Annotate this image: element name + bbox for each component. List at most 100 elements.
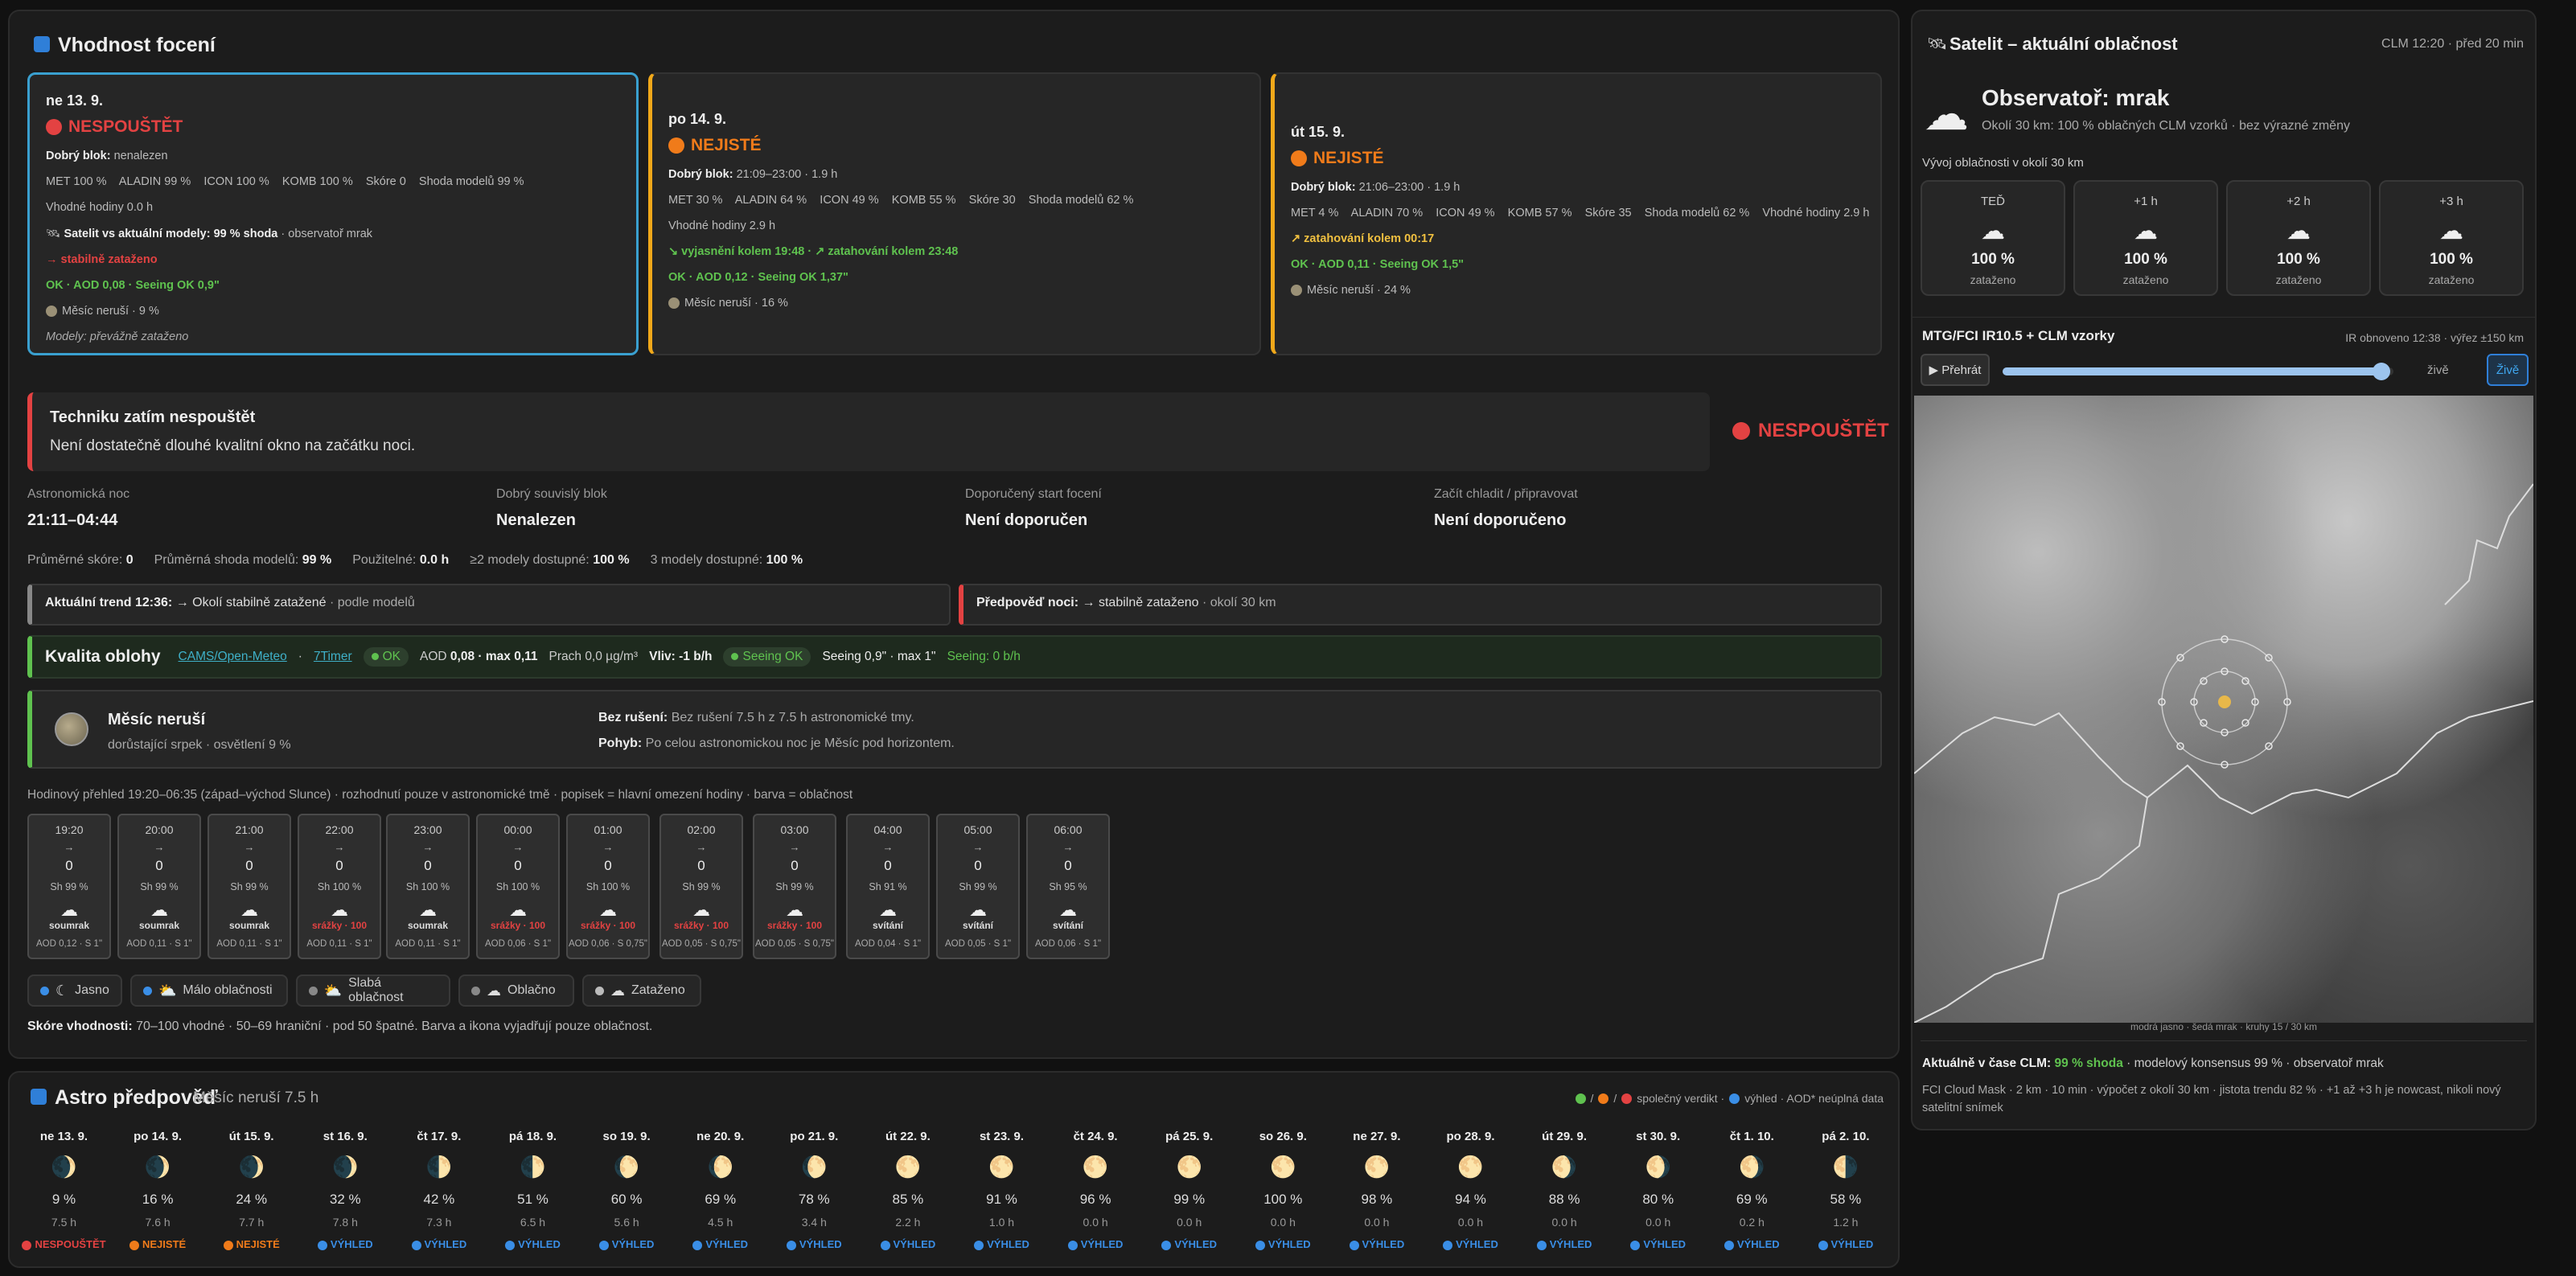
moon-phase-icon: 🌓: [425, 1155, 453, 1179]
moon-motion: Pohyb: Po celou astronomickou noc je Měs…: [598, 736, 955, 750]
moon-free-hours: 7.5 h: [51, 1216, 77, 1229]
hour-aod: AOD 0,06 · S 1": [484, 939, 552, 949]
map-overlay: [1914, 483, 2533, 1023]
astro-day[interactable]: st 30. 9. 🌖 80 % 0.0 h VÝHLED: [1612, 1130, 1704, 1250]
legend-item: ☁ Zataženo: [582, 974, 701, 1007]
hour-card[interactable]: 03:00 → 0 Sh 99 % ☁ srážky · 100 AOD 0,05 · S …: [753, 814, 836, 959]
moon-title: Měsíc neruší: [108, 711, 206, 728]
hour-card[interactable]: 00:00 → 0 Sh 100 % ☁ srážky · 100 AOD 0,06 · S…: [476, 814, 560, 959]
hour-card[interactable]: 04:00 → 0 Sh 91 % ☁ svítání AOD 0,04 · S 1": [846, 814, 930, 959]
live-button[interactable]: Živě: [2487, 354, 2529, 386]
play-button[interactable]: ▶ Přehrát: [1921, 354, 1990, 386]
weather-icon: ⛅: [323, 982, 343, 999]
hour-score: 0: [514, 858, 522, 873]
astro-day[interactable]: čt 1. 10. 🌖 69 % 0.2 h VÝHLED: [1706, 1130, 1798, 1250]
hour-aod: AOD 0,06 · S 1": [1034, 939, 1102, 949]
moon-phase-icon: 🌕: [1082, 1155, 1109, 1179]
hour-card[interactable]: 02:00 → 0 Sh 99 % ☁ srážky · 100 AOD 0,05 · S …: [659, 814, 743, 959]
day-verdict: VÝHLED: [1050, 1238, 1142, 1250]
legend-item: ⛅ Slabá oblačnost: [296, 974, 450, 1007]
hour-card[interactable]: 19:20 → 0 Sh 99 % ☁ soumrak AOD 0,12 · S 1": [27, 814, 111, 959]
hour-aod: AOD 0,05 · S 0,75": [661, 939, 742, 949]
hour-card[interactable]: 06:00 → 0 Sh 95 % ☁ svítání AOD 0,06 · S 1": [1026, 814, 1110, 959]
day-verdict: VÝHLED: [299, 1238, 392, 1250]
hour-limit: srážky · 100: [580, 920, 636, 931]
hour-aod: AOD 0,11 · S 1": [306, 939, 372, 949]
astro-day[interactable]: pá 18. 9. 🌓 51 % 6.5 h VÝHLED: [487, 1130, 579, 1250]
moon-illumination: 94 %: [1455, 1192, 1486, 1207]
astro-day[interactable]: ne 20. 9. 🌔 69 % 4.5 h VÝHLED: [674, 1130, 766, 1250]
astro-day[interactable]: út 29. 9. 🌖 88 % 0.0 h VÝHLED: [1518, 1130, 1611, 1250]
astro-day[interactable]: po 14. 9. 🌒 16 % 7.6 h NEJISTÉ: [112, 1130, 204, 1250]
hour-card[interactable]: 01:00 → 0 Sh 100 % ☁ srážky · 100 AOD 0,06 · S…: [566, 814, 650, 959]
arrow-right-icon: →: [334, 841, 345, 853]
astro-day[interactable]: čt 24. 9. 🌕 96 % 0.0 h VÝHLED: [1050, 1130, 1142, 1250]
summary-item: Použitelné: 0.0 h: [352, 553, 450, 567]
day-verdict: VÝHLED: [1706, 1238, 1798, 1250]
weather-icon: ☾: [55, 982, 69, 999]
hour-time: 20:00: [145, 823, 174, 836]
forecast-cloud-pct: 100 %: [2124, 251, 2167, 268]
timeline-slider[interactable]: [2003, 363, 2393, 380]
astro-day[interactable]: pá 2. 10. 🌗 58 % 1.2 h VÝHLED: [1799, 1130, 1892, 1250]
moon-illumination: 100 %: [1263, 1192, 1303, 1207]
status-dot-icon: [1067, 1240, 1078, 1250]
observatory-status: Observatoř: mrak: [1982, 85, 2170, 110]
7timer-link[interactable]: 7Timer: [314, 650, 352, 664]
hour-score: 0: [1064, 858, 1072, 873]
astro-day[interactable]: út 15. 9. 🌒 24 % 7.7 h NEJISTÉ: [205, 1130, 298, 1250]
forecast-cloud-pct: 100 %: [2430, 251, 2473, 268]
satellite-map[interactable]: [1914, 396, 2533, 1023]
astro-day[interactable]: st 16. 9. 🌒 32 % 7.8 h VÝHLED: [299, 1130, 392, 1250]
hour-card[interactable]: 20:00 → 0 Sh 99 % ☁ soumrak AOD 0,11 · S 1": [117, 814, 201, 959]
status-dot-icon: [411, 1240, 421, 1250]
moon-icon: [668, 297, 680, 310]
day-date: pá 25. 9.: [1165, 1130, 1214, 1143]
card-block: Dobrý blok: nenalezen: [46, 150, 168, 162]
stat-item: Astronomická noc 21:11–04:44: [27, 487, 129, 530]
astro-day[interactable]: út 22. 9. 🌕 85 % 2.2 h VÝHLED: [861, 1130, 954, 1250]
cloud-icon: ☁: [1981, 218, 2005, 244]
summary-item: Průměrné skóre: 0: [27, 553, 134, 567]
astro-day[interactable]: čt 17. 9. 🌓 42 % 7.3 h VÝHLED: [392, 1130, 485, 1250]
day-card[interactable]: po 14. 9. NEJISTÉ Dobrý blok: 21:09–23:00 …: [648, 72, 1261, 355]
hour-card[interactable]: 05:00 → 0 Sh 99 % ☁ svítání AOD 0,05 · S 1": [936, 814, 1020, 959]
evolution-label: Vývoj oblačnosti v okolí 30 km: [1922, 156, 2084, 170]
day-date: pá 18. 9.: [508, 1130, 557, 1143]
astro-day[interactable]: po 28. 9. 🌕 94 % 0.0 h VÝHLED: [1424, 1130, 1517, 1250]
hour-score: 0: [697, 858, 705, 873]
day-card[interactable]: ne 13. 9. NESPOUŠTĚT Dobrý blok: nenalezen…: [27, 72, 639, 355]
hour-limit: srážky · 100: [490, 920, 546, 931]
slider-handle[interactable]: [2373, 363, 2391, 380]
card-verdict: NEJISTÉ: [1291, 149, 1864, 168]
day-verdict: NEJISTÉ: [205, 1238, 298, 1250]
astro-day[interactable]: st 23. 9. 🌕 91 % 1.0 h VÝHLED: [955, 1130, 1048, 1250]
card-date: ne 13. 9.: [46, 92, 104, 109]
astro-day[interactable]: ne 27. 9. 🌕 98 % 0.0 h VÝHLED: [1330, 1130, 1423, 1250]
legend-item: ☾ Jasno: [27, 974, 122, 1007]
day-verdict: VÝHLED: [1518, 1238, 1611, 1250]
forecast-time: +2 h: [2286, 195, 2311, 208]
hour-agreement: Sh 99 %: [682, 881, 721, 892]
moon-illumination: 42 %: [423, 1192, 455, 1207]
day-date: po 14. 9.: [134, 1130, 183, 1143]
astro-day[interactable]: so 26. 9. 🌕 100 % 0.0 h VÝHLED: [1237, 1130, 1329, 1250]
status-dot-icon: [786, 1240, 796, 1250]
astro-day[interactable]: so 19. 9. 🌔 60 % 5.6 h VÝHLED: [581, 1130, 673, 1250]
weather-icon: ☁: [610, 982, 625, 999]
day-card[interactable]: út 15. 9. NEJISTÉ Dobrý blok: 21:06–23:00 …: [1271, 72, 1882, 355]
moon-phase-icon: 🌒: [238, 1155, 265, 1179]
hour-card[interactable]: 21:00 → 0 Sh 99 % ☁ soumrak AOD 0,11 · S 1": [207, 814, 291, 959]
day-verdict: VÝHLED: [768, 1238, 861, 1250]
stat-value: Není doporučeno: [1434, 511, 1567, 529]
hour-score: 0: [65, 858, 73, 873]
cams-link[interactable]: CAMS/Open-Meteo: [179, 650, 287, 664]
hour-card[interactable]: 23:00 → 0 Sh 100 % ☁ soumrak AOD 0,11 · S 1": [386, 814, 470, 959]
astro-day[interactable]: pá 25. 9. 🌕 99 % 0.0 h VÝHLED: [1143, 1130, 1235, 1250]
astro-day[interactable]: po 21. 9. 🌔 78 % 3.4 h VÝHLED: [768, 1130, 861, 1250]
hour-limit: svítání: [872, 920, 903, 931]
astro-day[interactable]: ne 13. 9. 🌒 9 % 7.5 h NESPOUŠTĚT: [18, 1130, 110, 1250]
color-dot-icon: [143, 986, 152, 995]
card-date: po 14. 9.: [668, 111, 727, 127]
hour-card[interactable]: 22:00 → 0 Sh 100 % ☁ srážky · 100 AOD 0,11 · S…: [298, 814, 381, 959]
